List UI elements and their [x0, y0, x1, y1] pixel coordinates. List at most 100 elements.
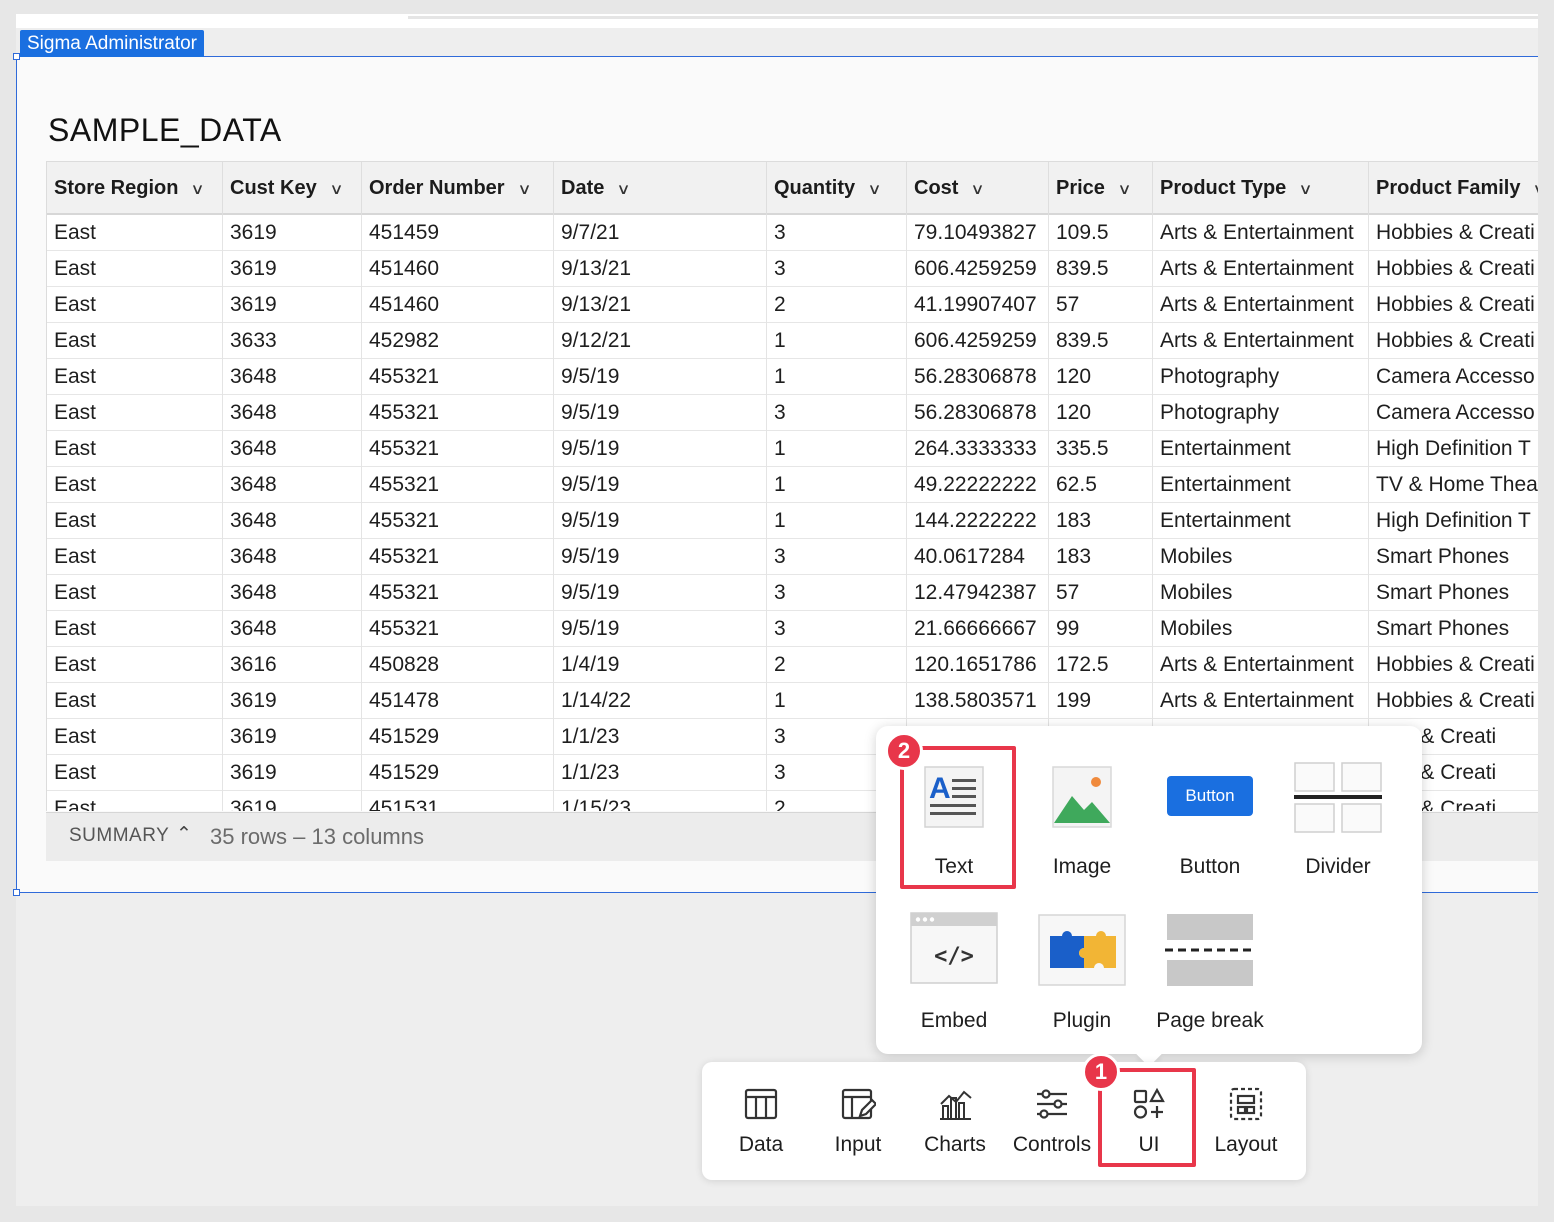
table-row[interactable]: East 3648 455321 9/5/19 1 49.22222222 62.5 Ente…	[47, 467, 1538, 503]
table-cell[interactable]: 451460	[362, 287, 554, 323]
table-cell[interactable]: Hobbies & Creati	[1369, 683, 1538, 719]
table-cell[interactable]: 1	[767, 467, 907, 503]
table-cell[interactable]: 9/5/19	[554, 503, 767, 539]
chevron-down-icon[interactable]: ∨	[1299, 163, 1313, 216]
table-cell[interactable]: 3648	[223, 467, 362, 503]
table-cell[interactable]: 451459	[362, 215, 554, 251]
table-cell[interactable]: 264.3333333	[907, 431, 1049, 467]
table-cell[interactable]: 451529	[362, 755, 554, 791]
table-cell[interactable]: East	[47, 251, 223, 287]
table-cell[interactable]: 451529	[362, 719, 554, 755]
table-cell[interactable]: 3619	[223, 251, 362, 287]
table-cell[interactable]: Camera Accesso	[1369, 359, 1538, 395]
table-cell[interactable]: 3619	[223, 683, 362, 719]
table-cell[interactable]: 9/5/19	[554, 395, 767, 431]
table-cell[interactable]: 1	[767, 323, 907, 359]
table-cell[interactable]: 1/1/23	[554, 719, 767, 755]
chevron-down-icon[interactable]: ∨	[867, 163, 881, 216]
table-cell[interactable]: 1	[767, 503, 907, 539]
table-cell[interactable]: Arts & Entertainment	[1153, 647, 1369, 683]
table-cell[interactable]: 56.28306878	[907, 395, 1049, 431]
table-cell[interactable]: High Definition T	[1369, 503, 1538, 539]
table-cell[interactable]: 9/13/21	[554, 251, 767, 287]
table-cell[interactable]: 9/12/21	[554, 323, 767, 359]
table-cell[interactable]: 3648	[223, 395, 362, 431]
table-cell[interactable]: Arts & Entertainment	[1153, 683, 1369, 719]
column-header[interactable]: Cust Key ∨	[223, 162, 362, 215]
table-cell[interactable]: 9/5/19	[554, 467, 767, 503]
table-cell[interactable]: 1/4/19	[554, 647, 767, 683]
table-cell[interactable]: 3648	[223, 575, 362, 611]
table-cell[interactable]: 3619	[223, 791, 362, 811]
table-cell[interactable]: 172.5	[1049, 647, 1153, 683]
column-header[interactable]: Product Family ∨	[1369, 162, 1538, 215]
table-cell[interactable]: 455321	[362, 467, 554, 503]
table-cell[interactable]: Entertainment	[1153, 503, 1369, 539]
table-cell[interactable]: 62.5	[1049, 467, 1153, 503]
table-cell[interactable]: 839.5	[1049, 323, 1153, 359]
chevron-down-icon[interactable]: ∨	[1533, 163, 1538, 216]
table-cell[interactable]: 1	[767, 683, 907, 719]
table-row[interactable]: East 3648 455321 9/5/19 1 264.3333333 335.5 Ent…	[47, 431, 1538, 467]
table-cell[interactable]: Camera Accesso	[1369, 395, 1538, 431]
table-cell[interactable]: 3	[767, 215, 907, 251]
table-cell[interactable]: Hobbies & Creati	[1369, 323, 1538, 359]
table-cell[interactable]: 120.1651786	[907, 647, 1049, 683]
table-cell[interactable]: 199	[1049, 683, 1153, 719]
toolbar-item-layout[interactable]: Layout	[1198, 1062, 1294, 1180]
chevron-down-icon[interactable]: ∨	[971, 163, 985, 216]
table-cell[interactable]: Arts & Entertainment	[1153, 215, 1369, 251]
table-cell[interactable]: Smart Phones	[1369, 611, 1538, 647]
table-cell[interactable]: 455321	[362, 395, 554, 431]
chevron-down-icon[interactable]: ∨	[617, 163, 631, 216]
table-cell[interactable]: East	[47, 431, 223, 467]
table-cell[interactable]: 9/5/19	[554, 611, 767, 647]
column-header[interactable]: Price ∨	[1049, 162, 1153, 215]
table-cell[interactable]: Mobiles	[1153, 539, 1369, 575]
table-row[interactable]: East 3648 455321 9/5/19 3 12.47942387 57 Mobile…	[47, 575, 1538, 611]
table-cell[interactable]: East	[47, 359, 223, 395]
table-cell[interactable]: East	[47, 395, 223, 431]
table-cell[interactable]: 3619	[223, 287, 362, 323]
table-cell[interactable]: 1	[767, 431, 907, 467]
table-cell[interactable]: East	[47, 755, 223, 791]
table-cell[interactable]: East	[47, 215, 223, 251]
table-cell[interactable]: 49.22222222	[907, 467, 1049, 503]
table-cell[interactable]: 109.5	[1049, 215, 1153, 251]
table-row[interactable]: East 3619 451478 1/14/22 1 138.5803571 199 Arts…	[47, 683, 1538, 719]
menu-item-plugin[interactable]: Plugin	[1018, 884, 1146, 1032]
table-cell[interactable]: Mobiles	[1153, 611, 1369, 647]
table-row[interactable]: East 3619 451460 9/13/21 3 606.4259259 839.5 Ar…	[47, 251, 1538, 287]
table-cell[interactable]: 451531	[362, 791, 554, 811]
column-header[interactable]: Cost ∨	[907, 162, 1049, 215]
table-row[interactable]: East 3633 452982 9/12/21 1 606.4259259 839.5 Ar…	[47, 323, 1538, 359]
column-header[interactable]: Quantity ∨	[767, 162, 907, 215]
toolbar-item-input[interactable]: Input	[810, 1062, 906, 1180]
chevron-down-icon[interactable]: ∨	[329, 163, 343, 216]
table-cell[interactable]: 79.10493827	[907, 215, 1049, 251]
table-cell[interactable]: 40.0617284	[907, 539, 1049, 575]
table-cell[interactable]: 606.4259259	[907, 251, 1049, 287]
table-cell[interactable]: 3	[767, 539, 907, 575]
menu-item-embed[interactable]: </> Embed	[890, 884, 1018, 1032]
menu-item-page-break[interactable]: Page break	[1146, 884, 1274, 1032]
menu-item-divider[interactable]: Divider	[1274, 730, 1402, 878]
menu-item-image[interactable]: Image	[1018, 730, 1146, 878]
table-row[interactable]: East 3648 455321 9/5/19 3 21.66666667 99 Mobile…	[47, 611, 1538, 647]
table-cell[interactable]: 1	[767, 359, 907, 395]
table-cell[interactable]: East	[47, 467, 223, 503]
table-cell[interactable]: 3619	[223, 215, 362, 251]
table-title[interactable]: SAMPLE_DATA	[48, 112, 282, 149]
table-cell[interactable]: 335.5	[1049, 431, 1153, 467]
table-cell[interactable]: 183	[1049, 539, 1153, 575]
chevron-down-icon[interactable]: ∨	[1117, 163, 1131, 216]
table-cell[interactable]: 2	[767, 287, 907, 323]
table-cell[interactable]: East	[47, 791, 223, 811]
table-cell[interactable]: 56.28306878	[907, 359, 1049, 395]
table-cell[interactable]: East	[47, 539, 223, 575]
table-cell[interactable]: High Definition T	[1369, 431, 1538, 467]
table-cell[interactable]: East	[47, 647, 223, 683]
resize-handle[interactable]	[13, 53, 20, 60]
table-row[interactable]: East 3619 451459 9/7/21 3 79.10493827 109.5 Art…	[47, 215, 1538, 251]
table-cell[interactable]: Hobbies & Creati	[1369, 215, 1538, 251]
